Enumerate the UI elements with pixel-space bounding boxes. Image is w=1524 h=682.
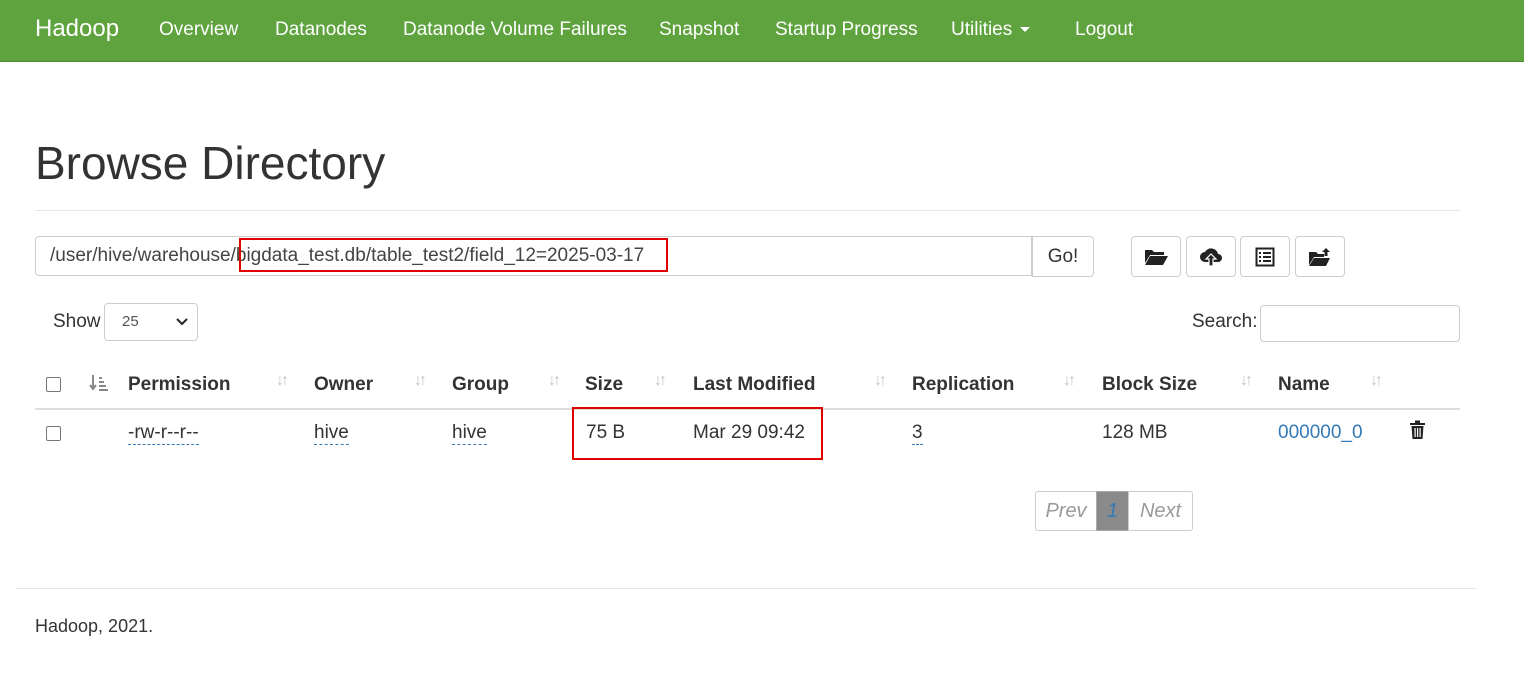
sort-icon[interactable]: ↓↑	[1240, 372, 1253, 390]
sort-icon[interactable]: ↓↑	[1370, 372, 1383, 390]
pagination-current-page[interactable]: 1	[1096, 491, 1129, 531]
select-all-checkbox[interactable]	[46, 377, 61, 392]
path-highlight-box	[239, 238, 668, 272]
nav-datanodes[interactable]: Datanodes	[275, 19, 367, 41]
column-header-replication[interactable]: Replication	[912, 374, 1014, 396]
size-modified-highlight-box	[572, 407, 823, 460]
cell-owner[interactable]: hive	[314, 422, 349, 445]
column-header-last-modified[interactable]: Last Modified	[693, 374, 815, 396]
cell-permission[interactable]: -rw-r--r--	[128, 422, 199, 445]
folder-upload-icon	[1309, 247, 1330, 266]
pagination-next[interactable]: Next	[1128, 491, 1193, 531]
footer-text: Hadoop, 2021.	[35, 616, 154, 636]
brand-link[interactable]: Hadoop	[35, 15, 119, 43]
cell-replication[interactable]: 3	[912, 422, 923, 445]
search-label: Search:	[1192, 311, 1258, 332]
show-entries-select[interactable]: 25	[104, 303, 198, 341]
sort-icon[interactable]: ↓↑	[654, 372, 667, 390]
column-header-permission[interactable]: Permission	[128, 374, 230, 396]
footer-divider	[16, 588, 1477, 589]
nav-startup-progress[interactable]: Startup Progress	[775, 19, 918, 41]
sort-icon[interactable]: ↓↑	[548, 372, 561, 390]
column-header-group[interactable]: Group	[452, 374, 509, 396]
title-divider	[35, 210, 1460, 211]
cell-group[interactable]: hive	[452, 422, 487, 445]
nav-utilities-dropdown[interactable]: Utilities	[951, 19, 1031, 41]
column-header-owner[interactable]: Owner	[314, 374, 373, 396]
sort-amount-icon[interactable]	[89, 374, 109, 392]
show-entries-value: 25	[122, 313, 139, 330]
trash-icon[interactable]	[1409, 420, 1426, 440]
list-icon	[1255, 247, 1275, 266]
nav-utilities-label: Utilities	[951, 19, 1013, 40]
column-header-name[interactable]: Name	[1278, 374, 1330, 396]
create-directory-button[interactable]	[1131, 236, 1181, 277]
search-input[interactable]	[1260, 305, 1460, 342]
page-title: Browse Directory	[35, 137, 386, 189]
chevron-down-icon	[176, 318, 188, 326]
cell-block-size: 128 MB	[1102, 422, 1168, 443]
move-button[interactable]	[1295, 236, 1345, 277]
caret-down-icon	[1020, 27, 1031, 33]
go-button[interactable]: Go!	[1032, 236, 1094, 277]
sort-icon[interactable]: ↓↑	[414, 372, 427, 390]
sort-icon[interactable]: ↓↑	[1063, 372, 1076, 390]
row-checkbox[interactable]	[46, 426, 61, 441]
pagination-prev[interactable]: Prev	[1035, 491, 1097, 531]
sort-icon[interactable]: ↓↑	[276, 372, 289, 390]
upload-files-button[interactable]	[1186, 236, 1236, 277]
cloud-upload-icon	[1200, 247, 1222, 267]
show-entries-label: Show	[53, 311, 101, 332]
top-navbar: Hadoop Overview Datanodes Datanode Volum…	[0, 0, 1524, 62]
folder-open-icon	[1145, 249, 1168, 265]
column-header-size[interactable]: Size	[585, 374, 623, 396]
sort-icon[interactable]: ↓↑	[874, 372, 887, 390]
nav-snapshot[interactable]: Snapshot	[659, 19, 739, 41]
cell-name-link[interactable]: 000000_0	[1278, 422, 1363, 444]
cut-paste-button[interactable]	[1240, 236, 1290, 277]
nav-datanode-volume-failures[interactable]: Datanode Volume Failures	[403, 19, 627, 41]
nav-logout[interactable]: Logout	[1075, 19, 1133, 41]
nav-overview[interactable]: Overview	[159, 19, 238, 41]
column-header-block-size[interactable]: Block Size	[1102, 374, 1197, 396]
